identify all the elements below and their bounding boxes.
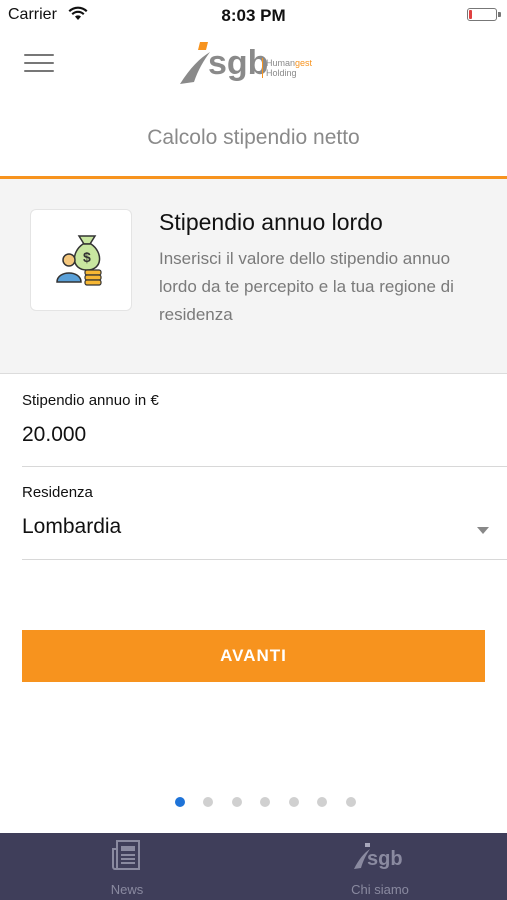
page-dot[interactable] xyxy=(231,797,242,807)
logo-text: sgb xyxy=(208,44,268,82)
money-bag-person-icon: $ xyxy=(56,235,102,286)
page-indicator xyxy=(175,794,370,807)
page-dot[interactable] xyxy=(345,797,356,807)
residence-label: Residenza xyxy=(22,484,93,501)
info-icon-card: $ xyxy=(30,209,132,311)
hamburger-menu-button[interactable] xyxy=(24,54,54,76)
newspaper-icon xyxy=(112,840,140,870)
residence-value[interactable]: Lombardia xyxy=(22,515,507,539)
page-dot[interactable] xyxy=(203,797,214,807)
tab-label-chi-siamo: Chi siamo xyxy=(351,882,409,897)
info-description: Inserisci il valore dello stipendio annu… xyxy=(159,249,454,324)
salary-input[interactable]: 20.000 xyxy=(22,423,507,447)
chevron-down-icon[interactable] xyxy=(477,527,489,534)
info-panel: $ Stipendio annuo lordo Inserisci il val… xyxy=(0,176,507,374)
sgb-logo-icon: sgb xyxy=(354,843,403,870)
app-header: sgb Humangest Holding xyxy=(0,30,507,102)
page-dot[interactable] xyxy=(175,797,185,807)
salary-field[interactable]: Stipendio annuo in € 20.000 xyxy=(22,392,507,467)
tab-news[interactable]: News xyxy=(87,833,167,900)
salary-label: Stipendio annuo in € xyxy=(22,392,159,409)
svg-text:$: $ xyxy=(83,249,91,265)
tab-label-news: News xyxy=(110,882,144,897)
status-time: 8:03 PM xyxy=(221,6,286,25)
tab-chi-siamo[interactable]: sgb Chi siamo xyxy=(330,833,430,900)
sgb-logo: sgb xyxy=(180,42,268,84)
page-dot[interactable] xyxy=(288,797,299,807)
page-title: Calcolo stipendio netto xyxy=(147,126,360,149)
logo-subtext: Humangest Holding xyxy=(262,58,312,78)
svg-text:sgb: sgb xyxy=(367,848,403,870)
page-dot[interactable] xyxy=(317,797,328,807)
avanti-button[interactable]: AVANTI xyxy=(22,630,485,682)
status-bar: Carrier 8:03 PM xyxy=(0,0,507,30)
info-title: Stipendio annuo lordo xyxy=(159,209,383,235)
page-dot[interactable] xyxy=(260,797,271,807)
tab-bar: News sgb Chi siamo xyxy=(0,833,507,900)
battery-icon xyxy=(467,8,501,21)
residence-select[interactable]: Residenza Lombardia xyxy=(22,484,507,560)
